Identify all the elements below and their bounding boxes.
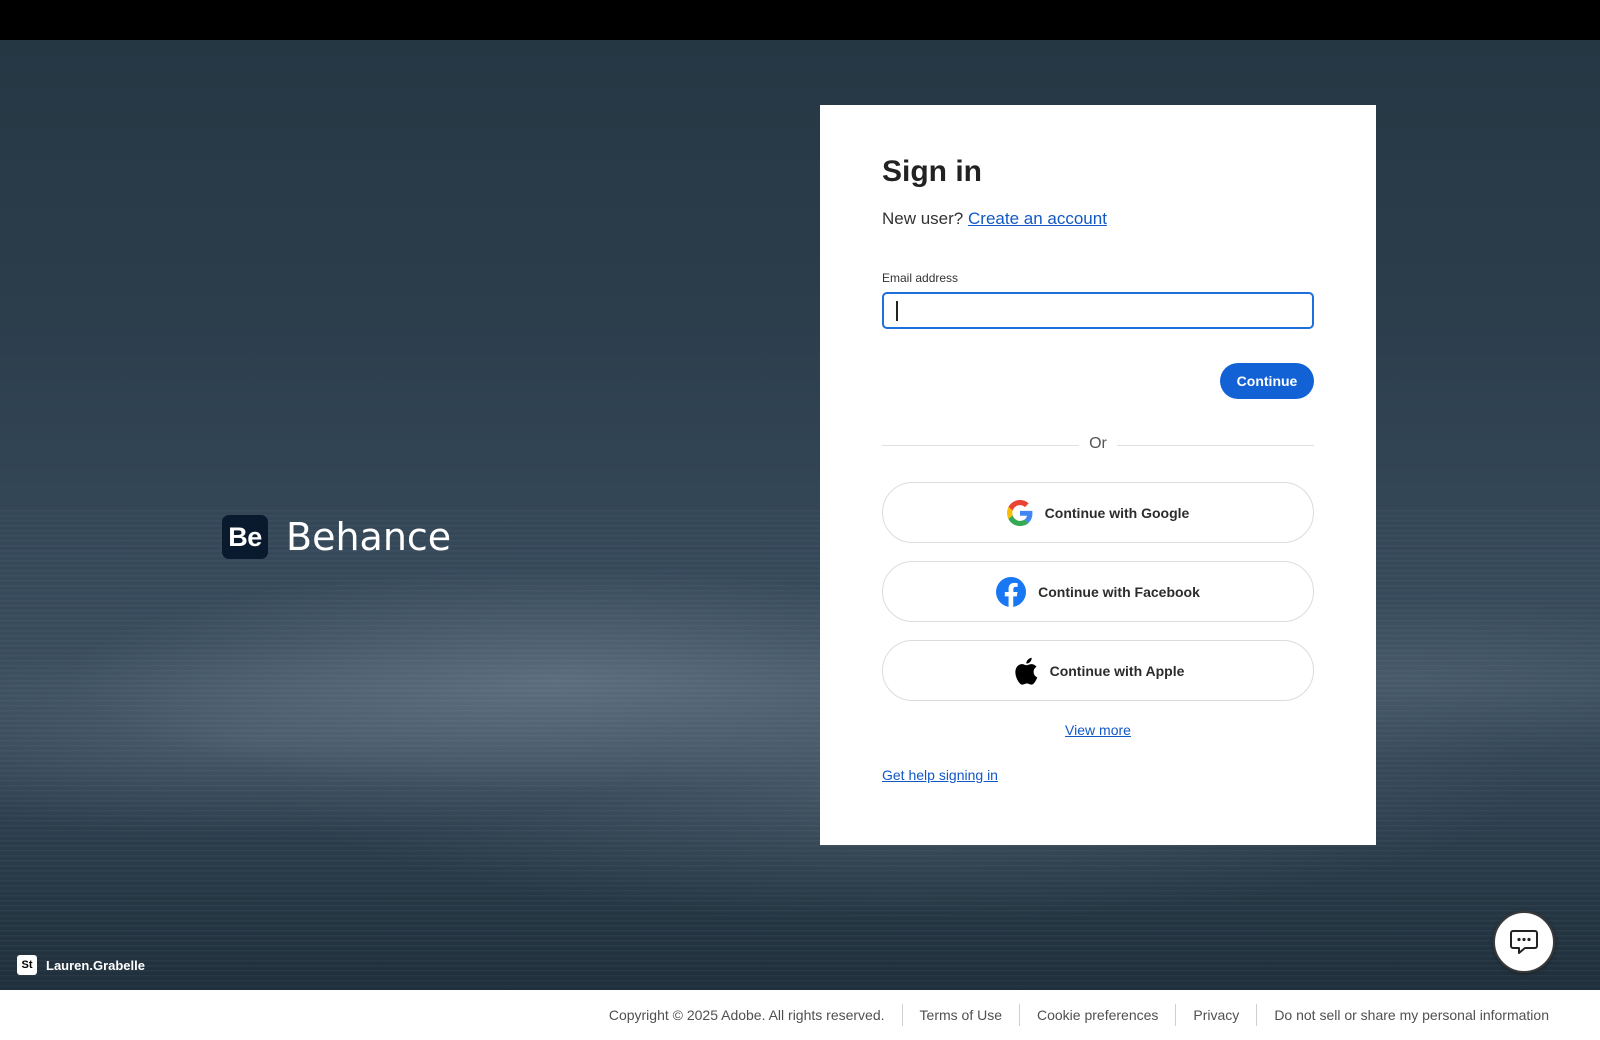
page-title: Sign in [882,155,982,188]
behance-brand: Be Behance [222,514,451,560]
copyright-text: Copyright © 2025 Adobe. All rights reser… [608,1007,885,1023]
view-more-link[interactable]: View more [882,722,1314,738]
create-account-link[interactable]: Create an account [968,209,1107,228]
signin-card: Sign in New user? Create an account Emai… [820,105,1376,845]
divider-line-right [1117,445,1314,446]
behance-logo: Be [222,515,268,559]
brand-name: Behance [286,515,452,559]
chat-bubble-icon [1509,928,1539,956]
google-icon [1006,499,1033,526]
help-signing-in-link[interactable]: Get help signing in [882,767,998,783]
new-user-text: New user? [882,209,964,228]
text-caret [896,301,898,321]
top-bar [0,0,1600,40]
do-not-sell-link[interactable]: Do not sell or share my personal informa… [1256,1004,1566,1026]
email-field[interactable] [882,292,1314,329]
facebook-icon [996,576,1027,607]
or-divider: Or [882,435,1314,455]
email-label: Email address [882,271,959,285]
apple-button-label: Continue with Apple [1049,662,1185,679]
footer: Copyright © 2025 Adobe. All rights reser… [0,990,1600,1040]
divider-text: Or [1089,435,1107,452]
continue-with-facebook-button[interactable]: Continue with Facebook [882,561,1314,622]
new-user-row: New user? Create an account [882,209,1107,229]
chat-button[interactable] [1493,911,1555,973]
terms-of-use-link[interactable]: Terms of Use [901,1004,1019,1026]
privacy-link[interactable]: Privacy [1175,1004,1256,1026]
apple-icon [1012,656,1038,686]
cookie-preferences-link[interactable]: Cookie preferences [1019,1004,1175,1026]
stock-icon: St [17,955,37,975]
continue-with-apple-button[interactable]: Continue with Apple [882,640,1314,701]
continue-button[interactable]: Continue [1220,363,1314,399]
google-button-label: Continue with Google [1044,504,1190,521]
continue-with-google-button[interactable]: Continue with Google [882,482,1314,543]
facebook-button-label: Continue with Facebook [1038,583,1200,600]
photo-credit: St Lauren.Grabelle [17,955,145,975]
photo-credit-name: Lauren.Grabelle [46,957,145,973]
